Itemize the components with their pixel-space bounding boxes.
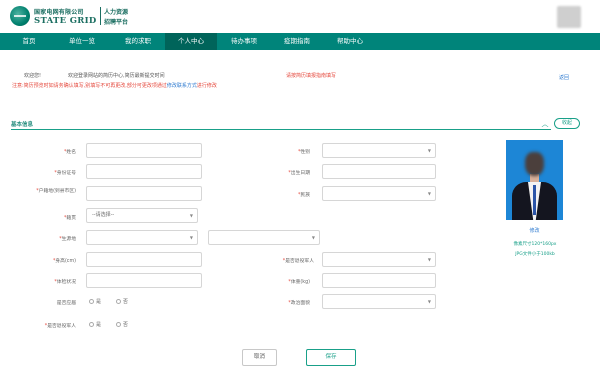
section-divider: [11, 129, 551, 130]
notice-note: 注意:简历预览时如请务确认填写,别填写不可再更改,部分可更改项通过修改联系方式进…: [12, 82, 217, 89]
birth-date-input[interactable]: [322, 164, 436, 179]
radio-circle-icon: [89, 299, 94, 304]
political-label: *政治面貌: [288, 301, 310, 306]
nationality-type-select[interactable]: ▼: [322, 252, 436, 267]
fill-warning: 请按简历填报指南填写: [286, 73, 337, 79]
is-veteran-yes-radio[interactable]: 是: [89, 321, 101, 328]
nav-item-guide[interactable]: 疫期指南: [272, 33, 322, 50]
chevron-down-icon: ▼: [427, 299, 431, 304]
is-major-yes-radio[interactable]: 是: [89, 298, 101, 305]
nav-item-personal-center[interactable]: 个人中心: [165, 33, 217, 50]
photo-edit-link[interactable]: 修改: [506, 227, 563, 234]
gender-select[interactable]: ▼: [322, 143, 436, 158]
name-label: *姓名: [63, 150, 76, 155]
fold-button[interactable]: 收起: [554, 118, 580, 129]
ethnicity-select[interactable]: ▼: [322, 186, 436, 201]
ethnicity-label: *民族: [297, 193, 310, 198]
name-input[interactable]: [86, 143, 202, 158]
nav-item-todo[interactable]: 待办事项: [219, 33, 269, 50]
nav-item-companies[interactable]: 单位一览: [57, 33, 107, 50]
chevron-down-icon: ▼: [427, 257, 431, 262]
health-label: *体检状况: [54, 280, 76, 285]
hometown-input[interactable]: [86, 186, 202, 201]
contact-edit-link[interactable]: 修改联系方式: [167, 83, 197, 89]
chevron-down-icon: ▼: [189, 235, 193, 240]
profile-photo: [506, 140, 563, 220]
is-major-no-radio[interactable]: 否: [116, 298, 128, 305]
chevron-down-icon: ▼: [311, 235, 315, 240]
birthplace-city-select[interactable]: ▼: [208, 230, 320, 245]
birthplace-province-select[interactable]: ▼: [86, 230, 198, 245]
health-input[interactable]: [86, 273, 202, 288]
political-select[interactable]: ▼: [322, 294, 436, 309]
notice-note-red: 注意:简历预览时如请务确认填写,别填写不可再更改,部分可更改项通过: [12, 83, 167, 89]
chevron-up-icon[interactable]: ︿: [540, 120, 550, 128]
is-major-label: 是否应届: [56, 301, 76, 306]
chevron-down-icon: ▼: [189, 213, 193, 218]
brand-divider: [100, 7, 101, 25]
id-number-label: *身份证号: [54, 171, 76, 176]
welcome-text: 欢迎您!: [24, 73, 42, 79]
is-veteran-no-radio[interactable]: 否: [116, 321, 128, 328]
radio-circle-icon: [89, 322, 94, 327]
origin-select[interactable]: --请选择-- ▼: [86, 208, 198, 223]
user-avatar[interactable]: [557, 6, 581, 28]
chevron-down-icon: ▼: [427, 148, 431, 153]
state-grid-logo-icon: [10, 6, 30, 26]
nav-item-my-applications[interactable]: 我的求职: [113, 33, 163, 50]
photo-size-hint: 像素尺寸120*160px: [513, 242, 557, 247]
radio-circle-icon: [116, 322, 121, 327]
weight-input[interactable]: [322, 273, 436, 288]
main-nav: 首页 单位一览 我的求职 个人中心 待办事项 疫期指南 帮助中心: [0, 33, 600, 50]
weight-label: *体重(kg): [288, 280, 310, 285]
platform-name-line1: 人力资源: [104, 9, 129, 16]
is-veteran-label: *是否退役军人: [44, 324, 76, 329]
chevron-down-icon: ▼: [427, 191, 431, 196]
height-label: *身高(cm): [52, 259, 76, 264]
company-name-en: STATE GRID: [34, 16, 97, 26]
section-title: 基本信息: [11, 122, 34, 128]
nationality-type-label: *是否退役军人: [282, 259, 314, 264]
photo-file-hint: JPG文件小于100kb: [515, 252, 555, 257]
company-name-cn: 国家电网有限公司: [34, 9, 84, 16]
cancel-button[interactable]: 取消: [242, 349, 277, 366]
birthplace-label: *生源地: [59, 237, 76, 242]
birth-date-label: *出生日期: [288, 171, 310, 176]
platform-name-line2: 招聘平台: [104, 19, 129, 26]
nav-item-help[interactable]: 帮助中心: [324, 33, 376, 50]
notice-note-end: 进行修改: [196, 83, 217, 89]
gender-label: *性别: [297, 150, 310, 155]
back-link[interactable]: 返回: [559, 74, 569, 81]
nav-item-home[interactable]: 首页: [10, 33, 48, 50]
origin-select-value: --请选择--: [92, 212, 115, 218]
save-button[interactable]: 保存: [306, 349, 356, 366]
id-number-input[interactable]: [86, 164, 202, 179]
origin-label: *籍贯: [63, 216, 76, 221]
site-header: 国家电网有限公司 STATE GRID 人力资源 招聘平台: [0, 0, 600, 32]
hometown-label: *户籍地(到县市区): [36, 189, 76, 194]
radio-circle-icon: [116, 299, 121, 304]
height-input[interactable]: [86, 252, 202, 267]
notice-intro: 欢迎登录网站的简历中心,简历最新提交时间: [68, 73, 165, 79]
